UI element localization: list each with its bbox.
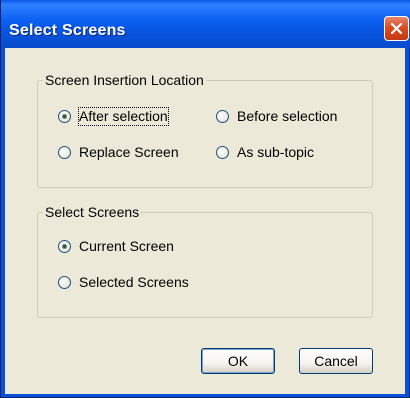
radio-before-selection[interactable]: Before selection <box>216 108 337 125</box>
radio-selected-screens-indicator[interactable] <box>58 276 71 289</box>
radio-current-screen[interactable]: Current Screen <box>58 238 174 255</box>
radio-replace-screen-label: Replace Screen <box>79 144 179 160</box>
select-screens-legend: Select Screens <box>43 204 142 221</box>
radio-current-screen-label: Current Screen <box>79 238 174 254</box>
close-icon <box>390 22 403 35</box>
dialog-window: Select Screens Screen Insertion Location… <box>0 0 410 398</box>
radio-replace-screen[interactable]: Replace Screen <box>58 144 179 161</box>
insertion-location-legend: Screen Insertion Location <box>43 72 206 89</box>
select-screens-group: Select Screens Current Screen Selected S… <box>37 204 373 318</box>
radio-current-screen-indicator[interactable] <box>58 240 71 253</box>
radio-before-selection-label: Before selection <box>237 108 338 124</box>
ok-button[interactable]: OK <box>201 348 275 374</box>
cancel-button[interactable]: Cancel <box>299 348 373 374</box>
radio-after-selection-indicator[interactable] <box>58 110 71 123</box>
radio-as-sub-topic-label: As sub-topic <box>237 144 315 160</box>
radio-replace-screen-indicator[interactable] <box>58 146 71 159</box>
close-button[interactable] <box>384 16 409 41</box>
radio-selected-screens-label: Selected Screens <box>79 274 189 290</box>
dialog-client-area: Screen Insertion Location After selectio… <box>5 48 405 394</box>
radio-as-sub-topic[interactable]: As sub-topic <box>216 144 314 161</box>
radio-after-selection[interactable]: After selection <box>58 107 169 126</box>
window-title: Select Screens <box>9 22 126 39</box>
radio-after-selection-label: After selection <box>78 107 169 126</box>
radio-as-sub-topic-indicator[interactable] <box>216 146 229 159</box>
insertion-location-group: Screen Insertion Location After selectio… <box>37 72 373 188</box>
title-bar[interactable]: Select Screens <box>1 0 410 48</box>
radio-before-selection-indicator[interactable] <box>216 110 229 123</box>
radio-selected-screens[interactable]: Selected Screens <box>58 274 189 291</box>
